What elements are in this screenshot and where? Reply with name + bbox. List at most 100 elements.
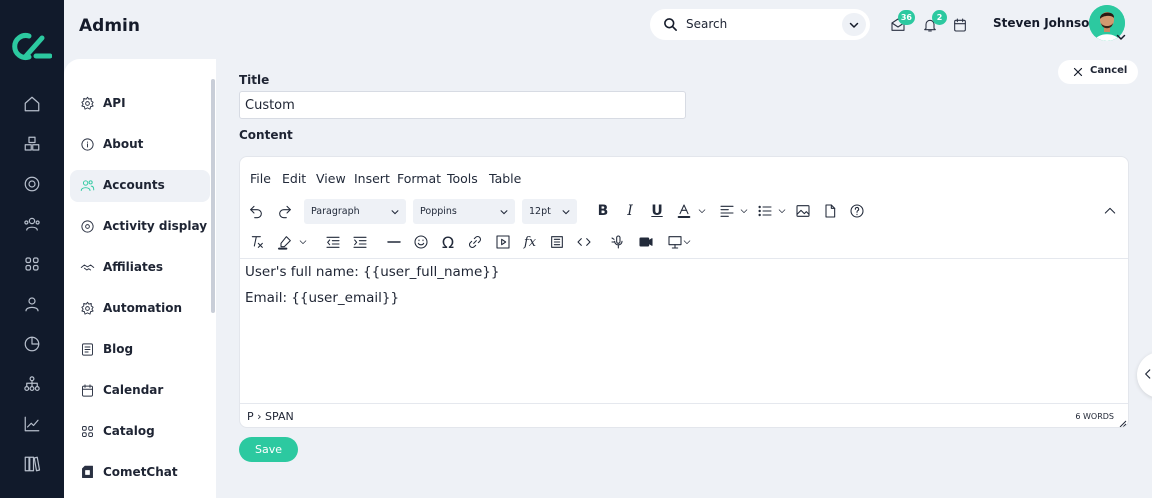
insert-image-button[interactable] bbox=[793, 201, 813, 221]
presentation-dropdown[interactable] bbox=[680, 232, 694, 252]
info-icon bbox=[80, 137, 96, 153]
voice-input-button[interactable] bbox=[608, 232, 628, 252]
settings-sidebar: API About Accounts Activity display Affi… bbox=[64, 59, 216, 498]
font-size-select[interactable]: 12pt bbox=[522, 199, 577, 224]
menu-insert[interactable]: Insert bbox=[354, 171, 390, 186]
menu-tools[interactable]: Tools bbox=[447, 171, 478, 186]
menu-format[interactable]: Format bbox=[397, 171, 441, 186]
trend-chart-icon[interactable] bbox=[22, 414, 42, 434]
insert-link-button[interactable] bbox=[465, 232, 485, 252]
sidebar-item-cometchat[interactable]: CometChat bbox=[70, 457, 210, 489]
sidebar-item-about[interactable]: About bbox=[70, 129, 210, 161]
template-icon bbox=[551, 236, 563, 248]
text-color-icon bbox=[677, 204, 691, 218]
sidebar-item-api[interactable]: API bbox=[70, 88, 210, 120]
align-dropdown[interactable] bbox=[737, 201, 751, 221]
align-button[interactable] bbox=[717, 201, 737, 221]
bold-button[interactable]: B bbox=[593, 201, 613, 221]
chevron-down-icon bbox=[500, 210, 508, 215]
insert-template-button[interactable] bbox=[547, 232, 567, 252]
sidebar-item-label: About bbox=[103, 137, 144, 151]
font-size-value: 12pt bbox=[529, 206, 551, 217]
content-line[interactable]: Email: {{user_email}} bbox=[245, 290, 399, 306]
sidebar-scrollbar[interactable] bbox=[211, 79, 215, 313]
inbox-button[interactable]: 36 bbox=[889, 10, 915, 34]
sidebar-item-activity-display[interactable]: Activity display bbox=[70, 211, 210, 243]
search-bar[interactable]: Search bbox=[650, 9, 870, 40]
undo-button[interactable] bbox=[246, 201, 266, 221]
menu-table[interactable]: Table bbox=[489, 171, 521, 186]
notifications-button[interactable]: 2 bbox=[921, 10, 947, 34]
cancel-button[interactable]: Cancel bbox=[1058, 60, 1138, 84]
chevron-down-icon bbox=[849, 22, 859, 28]
users-icon[interactable] bbox=[22, 214, 42, 234]
bullet-list-button[interactable] bbox=[755, 201, 775, 221]
insert-media-button[interactable] bbox=[493, 232, 513, 252]
font-family-value: Poppins bbox=[420, 206, 457, 217]
redo-button[interactable] bbox=[275, 201, 295, 221]
chat-icon bbox=[80, 465, 96, 481]
bullet-list-dropdown[interactable] bbox=[775, 201, 789, 221]
insert-formula-button[interactable]: fx bbox=[520, 232, 540, 252]
user-name[interactable]: Steven Johnson bbox=[993, 16, 1098, 30]
sidebar-item-label: Catalog bbox=[103, 424, 155, 438]
close-icon bbox=[1073, 67, 1083, 77]
user-menu-chevron-icon[interactable] bbox=[1115, 31, 1127, 43]
menu-view[interactable]: View bbox=[316, 171, 346, 186]
clear-formatting-button[interactable] bbox=[247, 232, 267, 252]
search-dropdown-button[interactable] bbox=[842, 13, 866, 36]
home-icon[interactable] bbox=[22, 94, 42, 114]
clear-formatting-icon bbox=[251, 236, 263, 248]
source-code-button[interactable] bbox=[574, 232, 594, 252]
horizontal-rule-button[interactable] bbox=[384, 232, 404, 252]
boxes-icon[interactable] bbox=[22, 134, 42, 154]
grid-icon[interactable] bbox=[22, 254, 42, 274]
bullet-list-icon bbox=[758, 205, 772, 217]
hierarchy-icon[interactable] bbox=[22, 374, 42, 394]
highlight-dropdown[interactable] bbox=[296, 232, 310, 252]
block-format-select[interactable]: Paragraph bbox=[304, 199, 406, 224]
element-path[interactable]: P › SPAN bbox=[247, 410, 294, 423]
content-line[interactable]: User's full name: {{user_full_name}} bbox=[245, 264, 499, 280]
sidebar-item-calendar[interactable]: Calendar bbox=[70, 375, 210, 407]
sidebar-item-affiliates[interactable]: Affiliates bbox=[70, 252, 210, 284]
indent-button[interactable] bbox=[350, 232, 370, 252]
calendar-button[interactable] bbox=[951, 16, 969, 34]
text-color-dropdown[interactable] bbox=[695, 201, 709, 221]
sidebar-item-automation[interactable]: Automation bbox=[70, 293, 210, 325]
app-logo[interactable] bbox=[12, 30, 52, 62]
text-color-button[interactable] bbox=[674, 201, 694, 221]
horizontal-rule-icon bbox=[387, 241, 401, 243]
sidebar-item-catalog[interactable]: Catalog bbox=[70, 416, 210, 448]
collapse-toolbar-button[interactable] bbox=[1100, 201, 1120, 221]
save-button[interactable]: Save bbox=[239, 437, 298, 462]
library-icon[interactable] bbox=[22, 454, 42, 474]
outdent-button[interactable] bbox=[323, 232, 343, 252]
insert-file-button[interactable] bbox=[820, 201, 840, 221]
target-icon[interactable] bbox=[22, 174, 42, 194]
video-button[interactable] bbox=[636, 232, 656, 252]
pie-chart-icon[interactable] bbox=[22, 334, 42, 354]
calendar-icon bbox=[80, 383, 96, 399]
content-label: Content bbox=[239, 128, 293, 142]
special-character-button[interactable]: Ω bbox=[438, 232, 458, 252]
italic-button[interactable]: I bbox=[620, 201, 640, 221]
title-input[interactable] bbox=[239, 91, 686, 119]
media-icon bbox=[496, 235, 510, 249]
sidebar-item-accounts[interactable]: Accounts bbox=[70, 170, 210, 202]
sidebar-item-label: Accounts bbox=[103, 178, 165, 192]
omega-icon: Ω bbox=[441, 232, 455, 252]
underline-button[interactable]: U bbox=[647, 201, 667, 221]
help-button[interactable] bbox=[847, 201, 867, 221]
font-family-select[interactable]: Poppins bbox=[413, 199, 515, 224]
resize-handle-icon[interactable] bbox=[1119, 420, 1127, 428]
menu-edit[interactable]: Edit bbox=[282, 171, 306, 186]
side-panel-toggle[interactable] bbox=[1137, 352, 1152, 398]
sidebar-item-blog[interactable]: Blog bbox=[70, 334, 210, 366]
highlight-button[interactable] bbox=[275, 232, 295, 252]
user-icon[interactable] bbox=[22, 294, 42, 314]
menu-file[interactable]: File bbox=[250, 171, 271, 186]
document-icon bbox=[80, 342, 96, 358]
emoji-button[interactable] bbox=[411, 232, 431, 252]
word-count[interactable]: 6 WORDS bbox=[1075, 412, 1114, 421]
